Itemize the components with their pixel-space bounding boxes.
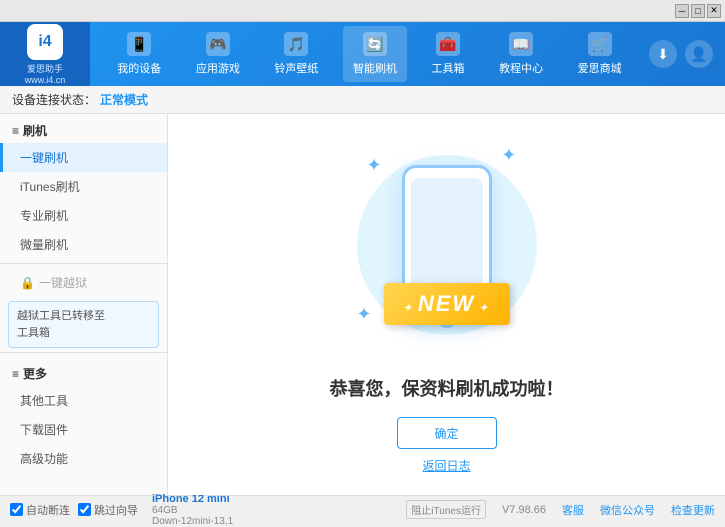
main-area: ≡ 刷机 一键刷机 iTunes刷机 专业刷机 微量刷机 🔒 一键越狱 越狱工具…: [0, 114, 725, 495]
jailbreak-info-text: 越狱工具已转移至工具箱: [17, 310, 105, 339]
nav-tutorial[interactable]: 📖 教程中心: [489, 26, 553, 82]
bottom-right: 阻止iTunes运行 V7.98.66 客服 微信公众号 检查更新: [406, 500, 715, 519]
logo-brand: 爱思助手: [27, 62, 63, 75]
sidebar-item-jailbreak: 🔒 一键越狱: [0, 268, 167, 297]
user-button[interactable]: 👤: [685, 40, 713, 68]
version-text: V7.98.66: [502, 504, 546, 516]
more-section-label: 更多: [23, 365, 47, 382]
jailbreak-label: 一键越狱: [39, 274, 87, 291]
check-update-link[interactable]: 检查更新: [671, 502, 715, 518]
lock-icon: 🔒: [20, 276, 35, 290]
my-device-icon: 📱: [127, 32, 151, 56]
auto-connect-checkbox[interactable]: 自动断连: [10, 502, 70, 518]
nav-app-game-label: 应用游戏: [196, 60, 240, 76]
sidebar-item-other-tools[interactable]: 其他工具: [0, 386, 167, 415]
success-message: 恭喜您，保资料刷机成功啦！: [330, 375, 564, 401]
sparkle-bottom-left: ✦: [357, 304, 372, 325]
sidebar-item-advanced[interactable]: 高级功能: [0, 444, 167, 473]
itunes-status[interactable]: 阻止iTunes运行: [406, 500, 486, 519]
nav-my-device[interactable]: 📱 我的设备: [107, 26, 171, 82]
nav-ringtone[interactable]: 🎵 铃声壁纸: [264, 26, 328, 82]
minimize-button[interactable]: ─: [675, 4, 689, 18]
sidebar: ≡ 刷机 一键刷机 iTunes刷机 专业刷机 微量刷机 🔒 一键越狱 越狱工具…: [0, 114, 168, 495]
nav-store-label: 爱思商城: [578, 60, 622, 76]
bottom-left: 自动断连 跳过向导 iPhone 12 mini 64GB Down-12min…: [10, 493, 233, 527]
flash-section-icon: ≡: [12, 124, 19, 138]
maximize-button[interactable]: □: [691, 4, 705, 18]
nav-toolbox[interactable]: 🧰 工具箱: [422, 26, 475, 82]
title-bar: ─ □ ✕: [0, 0, 725, 22]
sidebar-item-restore-flash[interactable]: 微量刷机: [0, 230, 167, 259]
download-button[interactable]: ⬇: [649, 40, 677, 68]
device-system: Down-12mini-13,1: [152, 516, 233, 527]
skip-wizard-checkbox[interactable]: 跳过向导: [78, 502, 138, 518]
nav-toolbox-label: 工具箱: [432, 60, 465, 76]
window-controls[interactable]: ─ □ ✕: [675, 4, 721, 18]
customer-service-link[interactable]: 客服: [562, 502, 584, 518]
bottom-bar: 自动断连 跳过向导 iPhone 12 mini 64GB Down-12min…: [0, 495, 725, 523]
sidebar-section-flash: ≡ 刷机: [0, 114, 167, 143]
nav-store[interactable]: 🛒 爱思商城: [568, 26, 632, 82]
more-section-icon: ≡: [12, 367, 19, 381]
app-game-icon: 🎮: [206, 32, 230, 56]
nav-items: 📱 我的设备 🎮 应用游戏 🎵 铃声壁纸 🔄 智能刷机 🧰 工具箱 📖 教程中心…: [90, 22, 649, 86]
sidebar-item-pro-flash[interactable]: 专业刷机: [0, 201, 167, 230]
logo-icon: i4: [27, 24, 63, 60]
status-value: 正常模式: [100, 91, 148, 108]
content-area: ✦ ✦ ✦ NEW 恭喜您，保资料刷机成功啦！ 确定 返回日志: [168, 114, 725, 495]
toolbox-icon: 🧰: [436, 32, 460, 56]
nav-tutorial-label: 教程中心: [499, 60, 543, 76]
logo-url: www.i4.cn: [25, 75, 66, 85]
return-log-link[interactable]: 返回日志: [422, 457, 470, 474]
sparkle-top-right: ✦: [501, 145, 516, 166]
auto-connect-label: 自动断连: [26, 502, 70, 518]
flash-section-label: 刷机: [23, 122, 47, 139]
device-storage: 64GB: [152, 505, 233, 516]
phone-illustration: ✦ ✦ ✦ NEW: [347, 135, 547, 355]
wechat-public-link[interactable]: 微信公众号: [600, 502, 655, 518]
nav-smart-flash-label: 智能刷机: [353, 60, 397, 76]
status-label: 设备连接状态：: [12, 91, 96, 108]
auto-connect-input[interactable]: [10, 503, 23, 516]
close-button[interactable]: ✕: [707, 4, 721, 18]
sidebar-section-more: ≡ 更多: [0, 357, 167, 386]
tutorial-icon: 📖: [509, 32, 533, 56]
sidebar-item-one-click-flash[interactable]: 一键刷机: [0, 143, 167, 172]
sidebar-item-itunes-flash[interactable]: iTunes刷机: [0, 172, 167, 201]
skip-wizard-input[interactable]: [78, 503, 91, 516]
sidebar-divider-1: [0, 263, 167, 264]
store-icon: 🛒: [588, 32, 612, 56]
sidebar-item-download-firmware[interactable]: 下载固件: [0, 415, 167, 444]
ringtone-icon: 🎵: [284, 32, 308, 56]
skip-wizard-label: 跳过向导: [94, 502, 138, 518]
phone-screen: [411, 178, 483, 298]
confirm-button[interactable]: 确定: [397, 417, 497, 449]
jailbreak-info: 越狱工具已转移至工具箱: [8, 301, 159, 348]
nav-app-game[interactable]: 🎮 应用游戏: [186, 26, 250, 82]
device-info: iPhone 12 mini 64GB Down-12mini-13,1: [152, 493, 233, 527]
sidebar-divider-2: [0, 352, 167, 353]
logo[interactable]: i4 爱思助手 www.i4.cn: [0, 22, 90, 86]
new-badge: NEW: [383, 283, 509, 325]
smart-flash-icon: 🔄: [363, 32, 387, 56]
nav-ringtone-label: 铃声壁纸: [274, 60, 318, 76]
nav-my-device-label: 我的设备: [117, 60, 161, 76]
nav-right: ⬇ 👤: [649, 40, 725, 68]
sparkle-top-left: ✦: [367, 155, 382, 176]
header: i4 爱思助手 www.i4.cn 📱 我的设备 🎮 应用游戏 🎵 铃声壁纸 🔄…: [0, 22, 725, 86]
nav-smart-flash[interactable]: 🔄 智能刷机: [343, 26, 407, 82]
status-bar: 设备连接状态： 正常模式: [0, 86, 725, 114]
